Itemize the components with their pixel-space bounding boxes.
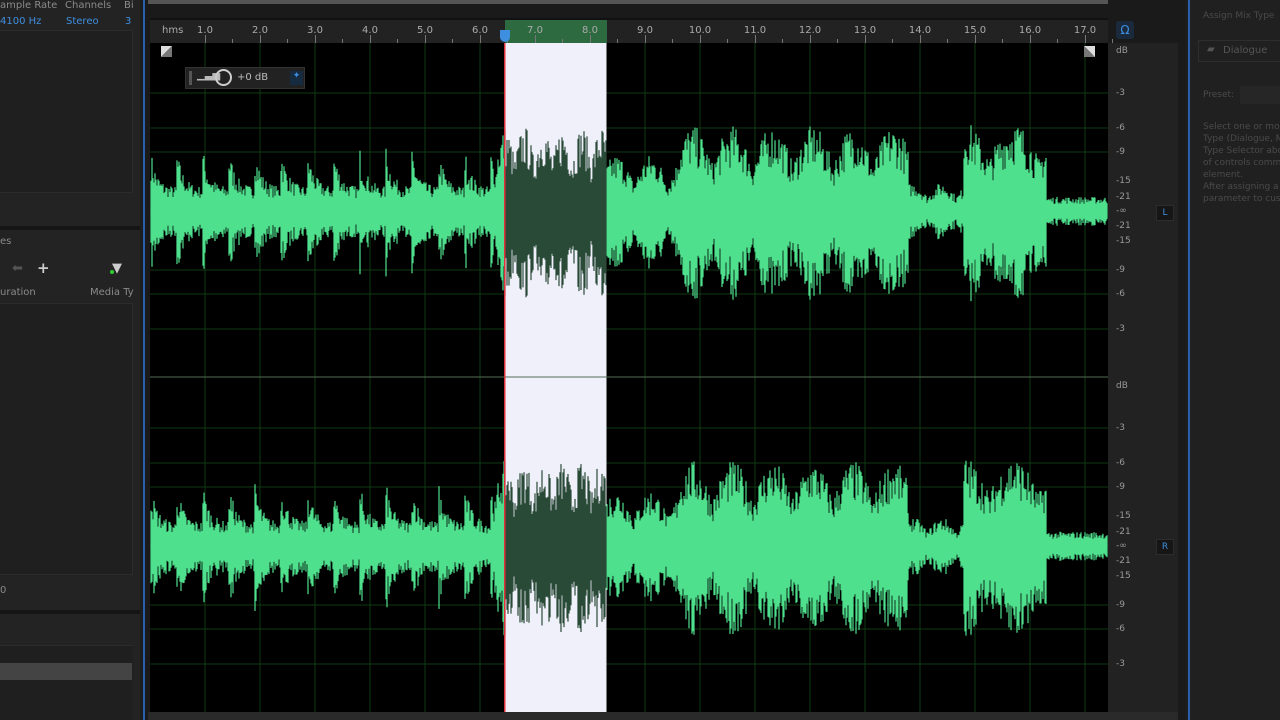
selected-list-row[interactable] xyxy=(0,663,132,680)
db-label: -9 xyxy=(1116,147,1125,157)
db-scale-title: dB xyxy=(1116,46,1128,56)
db-label: -15 xyxy=(1116,176,1131,186)
ruler-major-tick xyxy=(865,35,866,43)
column-channels[interactable]: Channels xyxy=(65,0,111,12)
db-label: -3 xyxy=(1116,423,1125,433)
waveform-display[interactable] xyxy=(150,43,1108,712)
ruler-major-tick xyxy=(260,35,261,43)
ruler-major-tick xyxy=(590,35,591,43)
filter-active-dot xyxy=(110,270,114,274)
file-bit-depth[interactable]: 3 xyxy=(125,16,131,27)
ruler-major-tick xyxy=(1085,35,1086,43)
db-label: -21 xyxy=(1116,556,1131,566)
hud-drag-handle[interactable] xyxy=(189,71,192,85)
ruler-major-tick xyxy=(370,35,371,43)
bottom-value: 0 xyxy=(0,585,7,596)
waveform-canvas[interactable] xyxy=(150,43,1108,712)
marker-list[interactable] xyxy=(0,303,133,575)
filter-icon[interactable]: ▼ xyxy=(112,261,122,276)
db-label: -3 xyxy=(1116,659,1125,669)
db-label: -9 xyxy=(1116,600,1125,610)
files-panel: ample Rate Channels Bi 4100 Hz Stereo 3 … xyxy=(0,0,140,720)
channel-right-button[interactable]: R xyxy=(1156,539,1174,555)
dialogue-button[interactable]: ▰ Dialogue xyxy=(1198,40,1280,62)
ruler-major-tick xyxy=(975,35,976,43)
db-label: -6 xyxy=(1116,123,1125,133)
ruler-major-tick xyxy=(1030,35,1031,43)
fade-out-handle-icon[interactable] xyxy=(1084,46,1095,57)
db-label: -21 xyxy=(1116,192,1131,202)
help-text-line: Type (Dialogue, M xyxy=(1203,134,1280,144)
ruler-major-tick xyxy=(535,35,536,43)
headphones-icon[interactable]: Ω xyxy=(1116,21,1134,39)
db-label: -21 xyxy=(1116,527,1131,537)
ruler-unit: hms xyxy=(162,25,184,36)
markers-panel-title: es xyxy=(0,236,12,247)
ruler-major-tick xyxy=(700,35,701,43)
db-label: -3 xyxy=(1116,324,1125,334)
db-label: -9 xyxy=(1116,482,1125,492)
column-bit-depth[interactable]: Bi xyxy=(124,0,134,12)
bottom-list[interactable] xyxy=(0,645,133,720)
channel-left-button[interactable]: L xyxy=(1156,205,1174,221)
help-text-line: parameter to cus xyxy=(1203,194,1280,204)
help-text-line: element. xyxy=(1203,170,1243,180)
help-text-line: of controls comm xyxy=(1203,158,1280,168)
horizontal-zoom-bar[interactable] xyxy=(148,0,1108,4)
db-label: -15 xyxy=(1116,571,1131,581)
help-text-line: After assigning a xyxy=(1203,182,1279,192)
arrow-left-icon[interactable]: ⬅ xyxy=(12,261,23,276)
essential-sound-panel: Assign Mix Type ▰ Dialogue Preset: Selec… xyxy=(1188,0,1280,720)
ruler-major-tick xyxy=(920,35,921,43)
gain-hud[interactable]: ▁▃▅ +0 dB ✦ xyxy=(185,67,305,89)
ruler-major-tick xyxy=(315,35,316,43)
gain-knob[interactable] xyxy=(215,69,232,86)
db-label: -15 xyxy=(1116,236,1131,246)
db-scale-title: dB xyxy=(1116,381,1128,391)
panel-divider[interactable] xyxy=(0,226,140,230)
column-sample-rate[interactable]: ample Rate xyxy=(0,0,57,12)
db-label: -∞ xyxy=(1116,541,1127,551)
db-label: -3 xyxy=(1116,88,1125,98)
db-label: -6 xyxy=(1116,458,1125,468)
file-sample-rate[interactable]: 4100 Hz xyxy=(0,16,41,27)
horizontal-scrollbar[interactable] xyxy=(148,712,1178,720)
ruler-major-tick xyxy=(425,35,426,43)
db-label: -∞ xyxy=(1116,206,1127,216)
db-label: -15 xyxy=(1116,511,1131,521)
time-ruler[interactable]: hms 1.0 2.0 3.0 4.0 5.0 6.0 7.0 8.0 9.0 10.0 11.0 1… xyxy=(150,18,1113,45)
assign-mix-type-title: Assign Mix Type xyxy=(1203,11,1275,21)
panel-divider[interactable] xyxy=(0,610,140,614)
ruler-major-tick xyxy=(205,35,206,43)
ruler-major-tick xyxy=(810,35,811,43)
pin-icon[interactable]: ✦ xyxy=(290,71,303,85)
ruler-major-tick xyxy=(755,35,756,43)
file-list[interactable] xyxy=(0,30,133,193)
fade-in-handle-icon[interactable] xyxy=(161,46,172,57)
db-label: -9 xyxy=(1116,265,1125,275)
help-text-line: Select one or mo xyxy=(1203,122,1280,132)
preset-dropdown[interactable] xyxy=(1240,86,1280,104)
help-text-line: Type Selector abo xyxy=(1203,146,1280,156)
playhead-handle[interactable] xyxy=(499,30,510,42)
db-label: -21 xyxy=(1116,221,1131,231)
column-media-type[interactable]: Media Ty xyxy=(90,287,134,298)
gain-value[interactable]: +0 dB xyxy=(237,72,268,83)
column-duration[interactable]: uration xyxy=(0,287,36,298)
dialogue-label: Dialogue xyxy=(1223,45,1268,56)
ruler-major-tick xyxy=(645,35,646,43)
speech-bubble-icon: ▰ xyxy=(1207,44,1215,55)
add-marker-icon[interactable]: + xyxy=(37,259,50,277)
db-scale[interactable]: dB -3 -6 -9 -15 -21 -∞ -21 -15 -9 -6 -3 dB -3 -6 -9 -15 -… xyxy=(1108,43,1178,712)
db-label: -6 xyxy=(1116,624,1125,634)
file-channels[interactable]: Stereo xyxy=(66,16,99,27)
db-label: -6 xyxy=(1116,289,1125,299)
ruler-major-tick xyxy=(480,35,481,43)
